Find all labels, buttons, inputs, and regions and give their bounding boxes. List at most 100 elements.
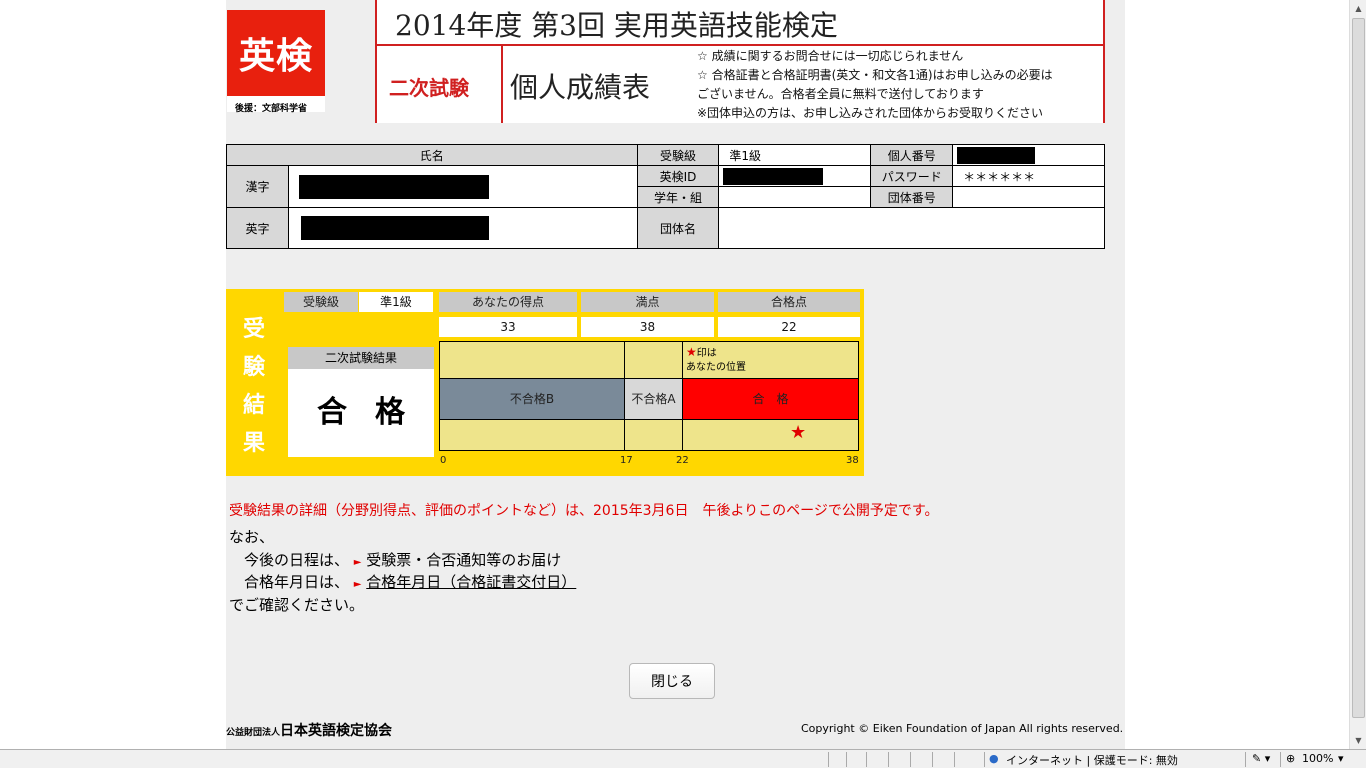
second-result-label: 二次試験結果 xyxy=(288,347,434,369)
segment-pass: 合 格 xyxy=(683,379,858,419)
vertical-scrollbar[interactable]: ▲ ▼ xyxy=(1349,0,1366,749)
eiken-logo: 英検 後援：文部科学省 xyxy=(227,10,325,114)
date-line: 合格年月日は、 ► 合格年月日（合格証書交付日） xyxy=(229,571,576,592)
note-line: ☆ 成績に関するお問合せには一切応じられません xyxy=(697,49,964,63)
zoom-icon: ⊕ xyxy=(1286,752,1296,765)
redacted-block xyxy=(300,216,489,240)
kanji-label: 漢字 xyxy=(226,165,289,208)
result-panel: 受 験 結 果 受験級 準1級 あなたの得点 満点 合格点 33 38 22 二… xyxy=(226,289,864,476)
status-separator xyxy=(932,752,933,767)
note-line: ございません。合格者全員に無料で送付しております xyxy=(697,87,984,101)
password-label: パスワード xyxy=(870,165,954,187)
protected-mode-icon[interactable]: ✎ ▾ xyxy=(1252,752,1270,765)
name-header: 氏名 xyxy=(226,144,638,166)
side-char: 果 xyxy=(242,431,265,456)
star-icon: ★ xyxy=(686,345,697,359)
globe-icon: ● xyxy=(989,752,999,765)
personal-no-value xyxy=(952,144,1105,166)
segment-fail-b: 不合格B xyxy=(440,379,624,419)
date-prefix: 合格年月日は、 xyxy=(229,573,350,591)
side-char: 験 xyxy=(242,355,265,380)
scroll-down-icon[interactable]: ▼ xyxy=(1350,732,1366,749)
eikenid-value xyxy=(718,165,872,187)
schedule-line: 今後の日程は、 ► 受験票・合否通知等のお届け xyxy=(229,549,561,570)
status-separator xyxy=(846,752,847,767)
header-vertical-divider xyxy=(501,46,503,123)
redacted-block xyxy=(723,167,824,185)
tick-label: 22 xyxy=(676,455,689,466)
status-separator xyxy=(1245,752,1246,767)
org-prefix: 公益財団法人 xyxy=(226,728,281,738)
pass-header: 合格点 xyxy=(718,292,860,312)
close-button[interactable]: 閉じる xyxy=(629,663,715,699)
tick-label: 0 xyxy=(440,455,447,466)
group-label: 団体名 xyxy=(636,207,720,249)
eiji-name-value xyxy=(287,207,638,249)
scroll-thumb[interactable] xyxy=(1352,18,1365,718)
position-star-icon: ★ xyxy=(790,422,807,443)
header-notes: ☆ 成績に関するお問合せには一切応じられません ☆ 合格証書と合格証明書(英文・… xyxy=(697,47,1053,123)
result-grade-value: 準1級 xyxy=(359,292,433,312)
group-value xyxy=(718,207,1105,249)
confirm-text: でご確認ください。 xyxy=(229,596,365,614)
note-line: ☆ 合格証書と合格証明書(英文・和文各1通)はお申し込みの必要は xyxy=(697,68,1053,82)
class-value xyxy=(718,186,872,208)
page-title: 2014年度 第3回 実用英語技能検定 xyxy=(395,9,838,42)
second-result-value: 合格 xyxy=(317,395,433,430)
second-result-box: 二次試験結果 合格 xyxy=(288,347,434,457)
score-value: 33 xyxy=(439,317,577,337)
logo-sponsor: 後援：文部科学省 xyxy=(235,104,308,114)
arrow-icon: ► xyxy=(353,557,362,568)
segment-fail-a: 不合格A xyxy=(625,379,682,419)
class-label: 学年・組 xyxy=(636,186,720,208)
star-legend: ★印は あなたの位置 xyxy=(686,345,746,375)
copyright: Copyright © Eiken Foundation of Japan Al… xyxy=(801,722,1124,735)
status-separator xyxy=(866,752,867,767)
group-no-label: 団体番号 xyxy=(870,186,954,208)
grade-label: 受験級 xyxy=(636,144,720,166)
result-side-label: 受 験 結 果 xyxy=(236,311,272,463)
org-name: 日本英語検定協会 xyxy=(280,723,393,739)
pass-score-value: 22 xyxy=(718,317,860,337)
side-char: 結 xyxy=(242,393,265,418)
status-separator xyxy=(1280,752,1281,767)
score-header: あなたの得点 xyxy=(439,292,577,312)
tick-label: 38 xyxy=(846,455,859,466)
header-divider xyxy=(377,44,1105,46)
password-value: ＊＊＊＊＊＊ xyxy=(952,165,1105,187)
grade-value: 準1級 xyxy=(718,144,872,166)
eiji-label: 英字 xyxy=(226,207,289,249)
schedule-link[interactable]: 受験票・合否通知等のお届け xyxy=(366,551,561,569)
nao-text: なお、 xyxy=(229,528,275,546)
schedule-prefix: 今後の日程は、 xyxy=(229,551,350,569)
score-scale: ★印は あなたの位置 不合格B 不合格A 合 格 ★ xyxy=(439,341,859,451)
result-grade-label: 受験級 xyxy=(284,292,358,312)
star-note: あなたの位置 xyxy=(686,362,746,373)
security-zone[interactable]: インターネット | 保護モード: 無効 xyxy=(1006,752,1178,768)
redacted-block xyxy=(298,174,489,199)
full-value: 38 xyxy=(581,317,714,337)
exam-type: 二次試験 xyxy=(389,76,469,100)
zoom-level[interactable]: 100% xyxy=(1302,752,1333,765)
detail-notice: 受験結果の詳細（分野別得点、評価のポイントなど）は、2015年3月6日 午後より… xyxy=(229,503,939,519)
zoom-dropdown-icon[interactable]: ▾ xyxy=(1338,752,1344,765)
date-link[interactable]: 合格年月日（合格証書交付日） xyxy=(366,573,576,591)
personal-no-label: 個人番号 xyxy=(870,144,954,166)
report-title: 個人成績表 xyxy=(510,71,651,104)
personal-info-table: 氏名 受験級 準1級 個人番号 漢字 英検ID パスワード ＊＊＊＊＊＊ 学年・… xyxy=(226,144,1105,249)
browser-window: 英検 後援：文部科学省 2014年度 第3回 実用英語技能検定 二次試験 個人成… xyxy=(0,0,1366,768)
status-separator xyxy=(888,752,889,767)
footer-org: 公益財団法人日本英語検定協会 xyxy=(226,720,392,740)
kanji-name-value xyxy=(287,165,638,208)
status-separator xyxy=(910,752,911,767)
tick-label: 17 xyxy=(620,455,633,466)
arrow-icon: ► xyxy=(353,579,362,590)
status-separator xyxy=(828,752,829,767)
star-note: 印は xyxy=(696,348,717,359)
status-bar: ● インターネット | 保護モード: 無効 ✎ ▾ ⊕ 100% ▾ xyxy=(0,749,1366,768)
group-no-value xyxy=(952,186,1105,208)
note-line: ※団体申込の方は、お申し込みされた団体からお受取りください xyxy=(697,106,1044,120)
scroll-up-icon[interactable]: ▲ xyxy=(1350,0,1366,17)
logo-mark: 英検 xyxy=(227,10,325,96)
scale-hline xyxy=(440,419,858,420)
